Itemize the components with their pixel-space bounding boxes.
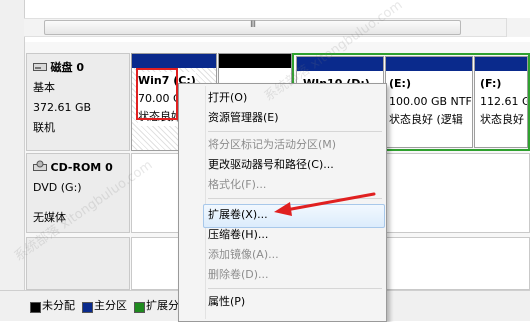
partition-e-text: (E:) 100.00 GB NTF 状态良好 (逻辑 (389, 75, 472, 129)
menu-item-open[interactable]: 打开(O) (208, 89, 247, 107)
partition-e-label: (E:) (389, 77, 411, 90)
partition-e[interactable]: (E:) 100.00 GB NTF 状态良好 (逻辑 (385, 56, 473, 148)
menu-separator (208, 131, 382, 132)
legend-swatch-primary (82, 302, 93, 313)
scrollbar-grip: III (250, 20, 256, 30)
menu-item-format[interactable]: 格式化(F)... (208, 176, 266, 194)
menu-item-add-mirror[interactable]: 添加镜像(A)... (208, 246, 279, 264)
legend-extended: 扩展分 (146, 299, 179, 312)
unallocated-band (219, 54, 291, 68)
partition-f[interactable]: (F:) 112.61 GB N 状态良好 (逻 (474, 56, 528, 148)
scroll-right-button[interactable] (506, 18, 530, 37)
context-menu-gutter (205, 86, 206, 319)
hard-disk-icon (33, 63, 47, 71)
legend-swatch-unallocated (30, 302, 41, 313)
partition-e-size: 100.00 GB NTF (389, 95, 472, 108)
menu-separator (208, 288, 382, 289)
cdrom-0-name: CD-ROM 0 (50, 161, 113, 174)
disk-0-name: 磁盘 0 (50, 61, 84, 74)
partition-e-status: 状态良好 (逻辑 (389, 113, 463, 126)
annotation-arrow (274, 192, 376, 216)
partition-f-band (475, 57, 527, 71)
legend-unallocated: 未分配 (42, 299, 75, 312)
partition-e-band (386, 57, 472, 71)
scrollbar-thumb[interactable]: III (44, 20, 461, 35)
menu-item-properties[interactable]: 属性(P) (208, 293, 245, 311)
horizontal-scrollbar[interactable]: III (0, 0, 530, 42)
annotation-red-box (136, 68, 178, 120)
legend-primary: 主分区 (94, 299, 127, 312)
legend-swatch-extended (134, 302, 145, 313)
disk-0-type: 基本 (33, 81, 55, 94)
menu-item-extend-volume[interactable]: 扩展卷(X)... (208, 206, 268, 224)
menu-item-mark-active[interactable]: 将分区标记为活动分区(M) (208, 136, 336, 154)
disk-0-label[interactable]: 磁盘 0 基本 372.61 GB 联机 (26, 53, 130, 151)
scrollbar-left-gutter (0, 0, 25, 42)
partition-f-status: 状态良好 (逻 (480, 113, 527, 126)
menu-item-shrink-volume[interactable]: 压缩卷(H)... (208, 226, 268, 244)
partition-f-text: (F:) 112.61 GB N 状态良好 (逻 (480, 75, 527, 129)
disk-0-size: 372.61 GB (33, 101, 92, 114)
partition-f-label: (F:) (480, 77, 502, 90)
menu-item-delete-volume[interactable]: 删除卷(D)... (208, 266, 269, 284)
disk-0-status: 联机 (33, 121, 55, 134)
menu-item-change-drive-letter[interactable]: 更改驱动器号和路径(C)... (208, 156, 334, 174)
menu-item-explorer[interactable]: 资源管理器(E) (208, 109, 279, 127)
cd-drive-icon (33, 160, 47, 171)
partition-c-band (132, 54, 216, 68)
partition-f-size: 112.61 GB N (480, 95, 527, 108)
